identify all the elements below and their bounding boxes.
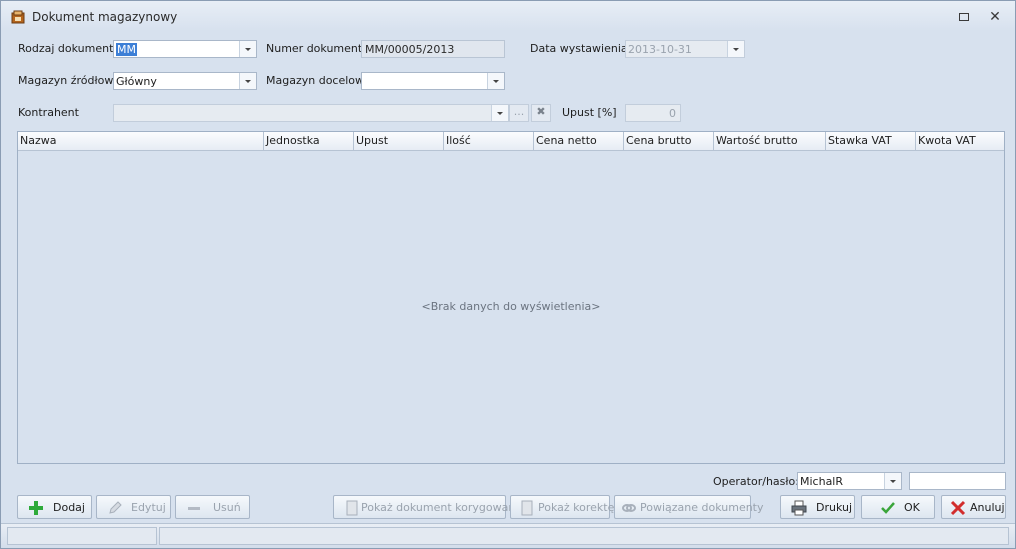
print-button-label: Drukuj [816, 501, 853, 514]
chevron-down-icon[interactable] [239, 73, 256, 89]
document-icon [521, 500, 533, 516]
issue-date-value: 2013-10-31 [628, 43, 692, 56]
edit-button-label: Edytuj [131, 501, 166, 514]
status-bar [1, 523, 1015, 548]
show-corrected-document-label: Pokaż dokument korygowany [361, 501, 522, 514]
ok-button-label: OK [904, 501, 920, 514]
doc-type-label: Rodzaj dokumentu [18, 42, 121, 55]
show-correction-label: Pokaż korektę [538, 501, 615, 514]
link-icon [622, 504, 636, 512]
print-button[interactable]: Drukuj [780, 495, 855, 519]
discount-value: 0 [669, 107, 676, 120]
source-warehouse-label: Magazyn źródłowy [18, 74, 120, 87]
doc-type-value: MM [116, 43, 137, 56]
column-header[interactable]: Jednostka [264, 132, 354, 150]
discount-label: Upust [%] [562, 106, 617, 119]
doc-number-label: Numer dokumentu [266, 42, 370, 55]
title-bar: Dokument magazynowy ✕ [1, 1, 1015, 31]
status-panel [159, 527, 1009, 545]
show-corrected-document-button[interactable]: Pokaż dokument korygowany [333, 495, 522, 519]
chevron-down-icon[interactable] [239, 41, 256, 57]
column-header[interactable]: Cena netto [534, 132, 624, 150]
minus-icon [188, 507, 200, 510]
ok-button[interactable]: OK [861, 495, 935, 519]
operator-value: MichalR [800, 475, 844, 488]
contractor-combo[interactable] [113, 104, 509, 122]
cancel-button[interactable]: Anuluj [941, 495, 1006, 519]
cancel-x-icon [950, 500, 966, 516]
password-input[interactable] [909, 472, 1006, 490]
related-documents-button[interactable]: Powiązane dokumenty [614, 495, 764, 519]
items-grid[interactable]: Nazwa Jednostka Upust Ilość Cena netto C… [17, 131, 1005, 464]
target-warehouse-combo[interactable] [361, 72, 505, 90]
column-header[interactable]: Kwota VAT [916, 132, 1004, 150]
add-button[interactable]: Dodaj [17, 495, 92, 519]
restore-icon[interactable] [956, 9, 972, 25]
app-icon [11, 10, 25, 24]
operator-label: Operator/hasło: [713, 475, 799, 488]
column-header[interactable]: Nazwa [18, 132, 264, 150]
source-warehouse-value: Główny [116, 75, 157, 88]
doc-number-value: MM/00005/2013 [365, 43, 455, 56]
show-correction-button[interactable]: Pokaż korektę [510, 495, 614, 519]
close-icon[interactable]: ✕ [987, 9, 1003, 25]
document-icon [346, 500, 358, 516]
document-window: Dokument magazynowy ✕ Rodzaj dokumentu M… [0, 0, 1016, 549]
issue-date-combo[interactable]: 2013-10-31 [625, 40, 745, 58]
browse-contractor-button[interactable]: ... [509, 104, 529, 122]
window-title: Dokument magazynowy [32, 10, 178, 24]
chevron-down-icon[interactable] [727, 41, 744, 57]
checkmark-icon [881, 502, 895, 514]
pencil-icon [109, 501, 122, 514]
doc-number-field: MM/00005/2013 [361, 40, 505, 58]
edit-button[interactable]: Edytuj [96, 495, 171, 519]
grid-empty-message: <Brak danych do wyświetlenia> [421, 300, 601, 313]
column-header[interactable]: Upust [354, 132, 444, 150]
grid-header: Nazwa Jednostka Upust Ilość Cena netto C… [18, 132, 1004, 151]
source-warehouse-combo[interactable]: Główny [113, 72, 257, 90]
status-panel [7, 527, 157, 545]
doc-type-combo[interactable]: MM [113, 40, 257, 58]
column-header[interactable]: Cena brutto [624, 132, 714, 150]
cancel-button-label: Anuluj [970, 501, 1005, 514]
column-header[interactable]: Wartość brutto [714, 132, 826, 150]
chevron-down-icon[interactable] [884, 473, 901, 489]
clear-icon[interactable]: ✖ [531, 104, 551, 122]
delete-button-label: Usuń [213, 501, 241, 514]
contractor-label: Kontrahent [18, 106, 79, 119]
chevron-down-icon[interactable] [487, 73, 504, 89]
related-documents-label: Powiązane dokumenty [640, 501, 764, 514]
issue-date-label: Data wystawienia [530, 42, 628, 55]
operator-combo[interactable]: MichalR [797, 472, 902, 490]
target-warehouse-label: Magazyn docelowy [266, 74, 371, 87]
printer-icon [791, 500, 807, 516]
chevron-down-icon[interactable] [491, 105, 508, 121]
column-header[interactable]: Ilość [444, 132, 534, 150]
column-header[interactable]: Stawka VAT [826, 132, 916, 150]
plus-icon [29, 501, 43, 515]
add-button-label: Dodaj [53, 501, 85, 514]
discount-field[interactable]: 0 [625, 104, 681, 122]
delete-button[interactable]: Usuń [175, 495, 250, 519]
